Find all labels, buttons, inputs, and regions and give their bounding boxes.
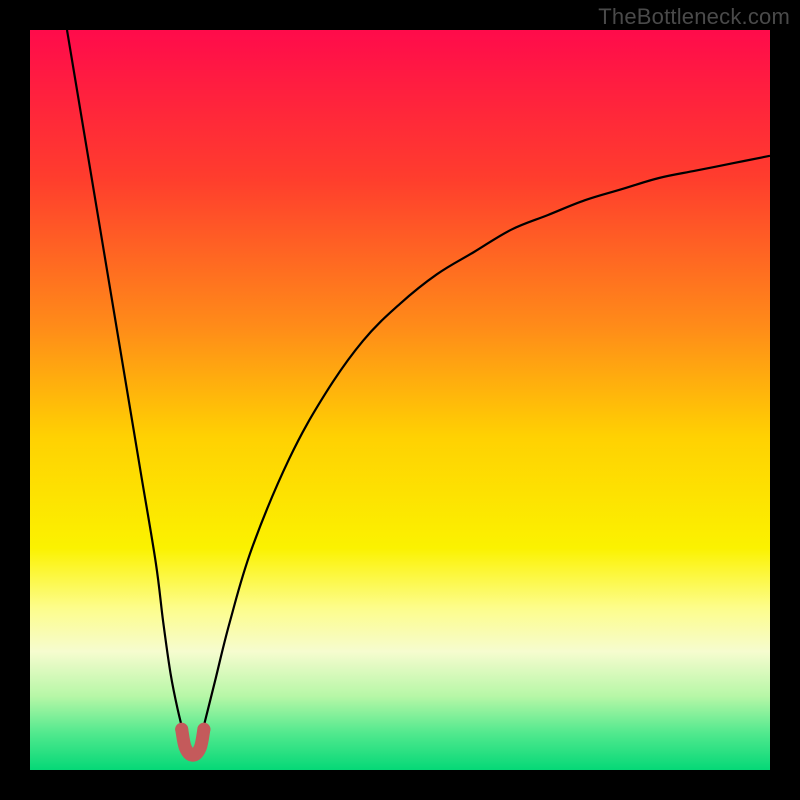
chart-canvas	[30, 30, 770, 770]
chart-frame: TheBottleneck.com	[0, 0, 800, 800]
trough-endpoint-left	[175, 723, 188, 736]
watermark-label: TheBottleneck.com	[598, 4, 790, 30]
plot-area	[30, 30, 770, 770]
trough-endpoint-right	[197, 723, 210, 736]
gradient-background	[30, 30, 770, 770]
